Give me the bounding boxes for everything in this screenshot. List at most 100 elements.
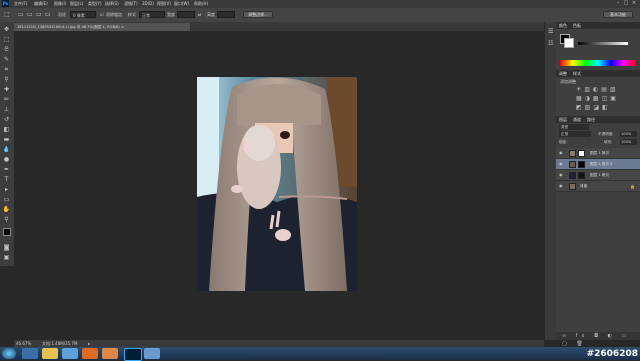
photoshop-taskbar-icon[interactable] — [124, 348, 142, 361]
app-logo: Ps — [2, 0, 9, 7]
layer-mask-thumbnail[interactable] — [578, 161, 585, 168]
visibility-eye-icon[interactable]: ◉ — [559, 173, 564, 177]
layer-name: 图层 1 拷贝 2 — [590, 162, 613, 166]
visibility-eye-icon[interactable]: ◉ — [559, 151, 564, 155]
history-brush-tool-icon[interactable]: ↺ — [2, 116, 11, 123]
adjustment-icons-row-3[interactable]: ◩▨◪◧ — [576, 104, 611, 111]
layers-footer-buttons[interactable]: ∞ fx ◘ ◐ ▭ ▢ 🗑 — [556, 332, 640, 347]
layer-mask-thumbnail[interactable] — [578, 172, 585, 179]
screen-mode-icon[interactable]: ▣ — [2, 254, 11, 261]
eyedropper-tool-icon[interactable]: ⚲ — [2, 76, 11, 83]
healing-brush-tool-icon[interactable]: ✚ — [2, 86, 11, 93]
move-tool-icon[interactable]: ✥ — [2, 26, 11, 33]
dodge-tool-icon[interactable]: ● — [2, 156, 11, 163]
eraser-tool-icon[interactable]: ◧ — [2, 126, 11, 133]
marquee-tool-preset-icon[interactable]: ⬚ — [4, 11, 10, 18]
adjustment-icons-row-2[interactable]: ▦◑▩◫▣ — [576, 95, 619, 102]
refine-edge-button[interactable]: 调整边缘... — [243, 11, 273, 18]
layer-row[interactable]: ◉ 图层 1 拷贝 — [556, 170, 640, 181]
add-selection-icon[interactable]: ▭ — [27, 11, 33, 18]
blend-mode-select[interactable]: 正常 — [559, 131, 591, 137]
document-canvas-image[interactable] — [197, 77, 357, 291]
adjustment-icons-row-1[interactable]: ☀▥◐▤▧ — [576, 86, 619, 93]
tab-swatches[interactable]: 色板 — [570, 22, 584, 29]
style-select[interactable]: 正常 — [139, 11, 165, 18]
foreground-color-swatch[interactable] — [3, 228, 11, 236]
color-spectrum-ramp[interactable] — [560, 60, 636, 66]
blur-tool-icon[interactable]: 💧 — [2, 146, 11, 153]
document-tab[interactable]: 1611121N_1389533180(d.1).jpg @ 46.7%(图层 … — [14, 23, 190, 31]
gradient-tool-icon[interactable]: ▬ — [2, 136, 11, 143]
pen-tool-icon[interactable]: ✒ — [2, 166, 11, 173]
tab-layers[interactable]: 图层 — [556, 116, 570, 123]
tab-adjustments[interactable]: 调整 — [556, 70, 570, 77]
ie-taskbar-icon[interactable] — [22, 348, 38, 359]
menu-edit[interactable]: 编辑(E) — [34, 0, 48, 8]
marquee-tool-icon[interactable]: ⬚ — [2, 36, 11, 43]
menu-3d[interactable]: 3D(D) — [142, 0, 154, 8]
layer-mask-thumbnail[interactable] — [578, 150, 585, 157]
menu-select[interactable]: 选择(S) — [105, 0, 119, 8]
menu-filter[interactable]: 滤镜(T) — [124, 0, 138, 8]
fill-label: 填充: — [604, 140, 613, 144]
layer-kind-filter[interactable]: 类型 — [559, 124, 589, 130]
minimize-icon[interactable]: – — [614, 0, 622, 7]
swap-icon[interactable]: ⇄ — [198, 11, 201, 18]
lasso-tool-icon[interactable]: ᘓ — [2, 46, 11, 53]
layer-thumbnail — [569, 161, 576, 168]
workspace-button[interactable]: 基本功能 — [603, 11, 633, 18]
app-taskbar-icon[interactable] — [102, 348, 118, 359]
menu-view[interactable]: 视图(V) — [157, 0, 171, 8]
menu-window[interactable]: 窗口(W) — [174, 0, 189, 8]
close-icon[interactable]: × — [630, 0, 638, 7]
app2-taskbar-icon[interactable] — [144, 348, 160, 359]
subtract-selection-icon[interactable]: ▭ — [36, 11, 42, 18]
zoom-tool-icon[interactable]: ⚲ — [2, 216, 11, 223]
crop-tool-icon[interactable]: ⌗ — [2, 66, 11, 73]
brush-tool-icon[interactable]: ✏ — [2, 96, 11, 103]
type-tool-icon[interactable]: T — [2, 176, 11, 183]
shape-tool-icon[interactable]: ▭ — [2, 196, 11, 203]
visibility-eye-icon[interactable]: ◉ — [559, 184, 564, 188]
menu-file[interactable]: 文件(F) — [14, 0, 27, 8]
maximize-icon[interactable]: □ — [622, 0, 630, 7]
intersect-selection-icon[interactable]: ▭ — [45, 11, 51, 18]
explorer-taskbar-icon[interactable] — [42, 348, 58, 359]
status-arrow-icon[interactable]: ▸ — [88, 340, 90, 347]
color-bg-swatch[interactable] — [564, 38, 574, 48]
hand-tool-icon[interactable]: ✋ — [2, 206, 11, 213]
history-panel-icon[interactable]: ☰ — [548, 28, 553, 35]
menu-image[interactable]: 图像(I) — [54, 0, 66, 8]
menu-type[interactable]: 类型(Y) — [88, 0, 102, 8]
layer-row[interactable]: ◉ 图层 1 拷贝 — [556, 148, 640, 159]
tab-styles[interactable]: 样式 — [570, 70, 584, 77]
menu-layer[interactable]: 图层(L) — [70, 0, 83, 8]
quick-mask-icon[interactable]: ◙ — [2, 244, 11, 251]
clone-stamp-tool-icon[interactable]: ⊥ — [2, 106, 11, 113]
feather-input[interactable]: 0 像素 — [70, 11, 96, 18]
path-select-tool-icon[interactable]: ▸ — [2, 186, 11, 193]
fill-input[interactable]: 100% — [620, 139, 637, 145]
visibility-eye-icon[interactable]: ◉ — [559, 162, 564, 166]
opacity-input[interactable]: 100% — [620, 131, 637, 137]
layer-thumbnail — [569, 150, 576, 157]
quick-select-tool-icon[interactable]: ✎ — [2, 56, 11, 63]
color-panel-header: 颜色 色板 — [556, 22, 640, 29]
color-slider[interactable] — [578, 42, 628, 45]
start-button[interactable] — [2, 348, 16, 359]
layer-row[interactable]: ◉ 背景 🔒 — [556, 181, 640, 192]
width-input[interactable] — [177, 11, 195, 18]
antialias-checkbox[interactable]: ☑ — [100, 11, 104, 18]
tab-color[interactable]: 颜色 — [556, 22, 570, 29]
firefox-taskbar-icon[interactable] — [82, 348, 98, 359]
height-input[interactable] — [217, 11, 235, 18]
tab-channels[interactable]: 通道 — [570, 116, 584, 123]
properties-panel-icon[interactable]: ☷ — [548, 40, 553, 47]
tab-paths[interactable]: 路径 — [584, 116, 598, 123]
menu-help[interactable]: 帮助(H) — [194, 0, 208, 8]
tools-panel: ✥ ⬚ ᘓ ✎ ⌗ ⚲ ✚ ✏ ⊥ ↺ ◧ ▬ 💧 ● ✒ T ▸ ▭ ✋ ⚲ … — [0, 22, 15, 266]
layer-row-selected[interactable]: ◉ 图层 1 拷贝 2 — [556, 159, 640, 170]
media-taskbar-icon[interactable] — [62, 348, 78, 359]
zoom-level[interactable]: 46.67% — [16, 340, 31, 347]
new-selection-icon[interactable]: ▭ — [18, 11, 24, 18]
